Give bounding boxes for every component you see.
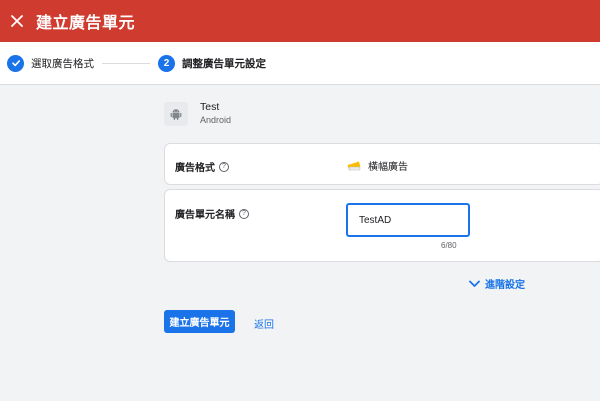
android-icon	[170, 108, 182, 120]
ad-unit-name-label: 廣告單元名稱 ?	[175, 206, 249, 221]
top-app-bar: 建立廣告單元	[0, 0, 600, 42]
advanced-settings-label: 進階設定	[485, 280, 525, 291]
app-platform: Android	[200, 115, 232, 125]
app-icon-container	[164, 101, 188, 126]
character-counter: 6/80	[441, 241, 457, 250]
step-number-badge: 2	[158, 54, 175, 72]
app-name: Test	[200, 101, 220, 113]
ad-format-label-text: 廣告格式	[175, 163, 215, 174]
help-icon[interactable]: ?	[219, 161, 229, 172]
ad-format-value-text: 橫幅廣告	[368, 162, 408, 173]
help-icon[interactable]: ?	[239, 208, 249, 219]
step-completed-badge	[7, 54, 24, 72]
chevron-down-icon	[469, 280, 480, 287]
create-ad-unit-button[interactable]: 建立廣告單元	[164, 310, 235, 333]
banner-icon	[347, 160, 361, 170]
ad-unit-name-input[interactable]	[346, 203, 470, 237]
close-button[interactable]	[1, 0, 33, 42]
step-adjust-settings[interactable]: 2 調整廣告單元設定	[158, 54, 266, 72]
ad-format-value: 橫幅廣告	[346, 158, 408, 173]
page-title: 建立廣告單元	[36, 15, 136, 32]
advanced-settings-toggle[interactable]: 進階設定	[469, 276, 525, 291]
ad-unit-name-label-text: 廣告單元名稱	[175, 210, 235, 221]
check-icon	[11, 60, 20, 67]
app-info: Test Android	[164, 101, 231, 126]
step-label: 選取廣告格式	[31, 57, 94, 70]
close-icon	[11, 15, 23, 27]
ad-unit-name-card: 廣告單元名稱 ? 6/80	[164, 189, 600, 262]
stepper: 選取廣告格式 2 調整廣告單元設定	[0, 42, 600, 85]
ad-format-card: 廣告格式 ? 橫幅廣告	[164, 143, 600, 185]
back-link[interactable]: 返回	[254, 316, 274, 331]
step-select-format[interactable]: 選取廣告格式	[7, 54, 94, 72]
step-label: 調整廣告單元設定	[182, 57, 266, 70]
ad-format-label: 廣告格式 ?	[175, 159, 229, 174]
step-connector	[102, 62, 150, 64]
